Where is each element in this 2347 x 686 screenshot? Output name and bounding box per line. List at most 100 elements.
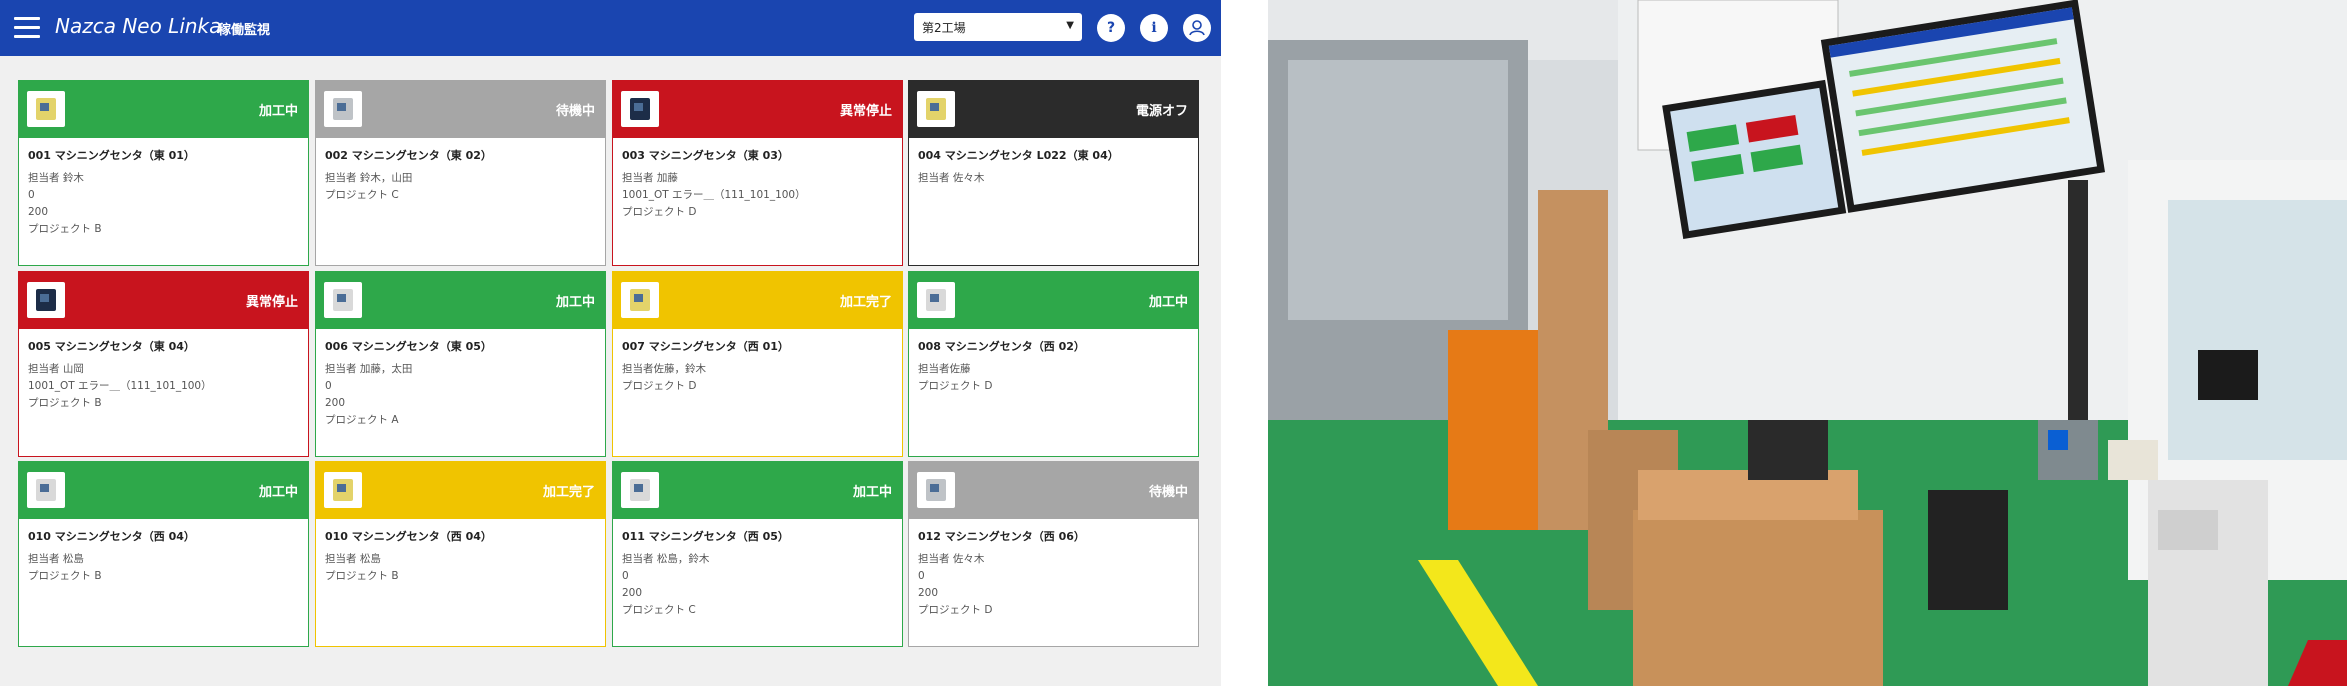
machine-detail-line: プロジェクト D bbox=[622, 380, 697, 392]
machine-thumbnail bbox=[324, 282, 362, 318]
machine-window-icon bbox=[40, 484, 49, 492]
machine-card-header: 加工中 bbox=[19, 462, 308, 519]
machine-detail-line: 担当者 松島 bbox=[325, 553, 381, 565]
machine-detail-line: 担当者 松島，鈴木 bbox=[622, 553, 710, 565]
machine-detail-line: 担当者 佐々木 bbox=[918, 172, 985, 184]
machine-card[interactable]: 加工完了 010 マシニングセンタ（西 04） 担当者 松島 プロジェクト B bbox=[315, 461, 606, 647]
help-button[interactable]: ? bbox=[1097, 14, 1125, 42]
machine-detail-line: プロジェクト D bbox=[918, 604, 993, 616]
machine-card-body: 010 マシニングセンタ（西 04） 担当者 松島 プロジェクト B bbox=[28, 528, 302, 585]
machine-thumbnail bbox=[621, 282, 659, 318]
machine-card[interactable]: 加工中 010 マシニングセンタ（西 04） 担当者 松島 プロジェクト B bbox=[18, 461, 309, 647]
machine-card-body: 007 マシニングセンタ（西 01） 担当者佐藤，鈴木 プロジェクト D bbox=[622, 338, 896, 395]
status-badge: 加工中 bbox=[258, 485, 298, 500]
machine-card-body: 002 マシニングセンタ（東 02） 担当者 鈴木，山田 プロジェクト C bbox=[325, 147, 599, 204]
machine-detail-line: 0 bbox=[622, 570, 629, 582]
machine-card-header: 異常停止 bbox=[613, 81, 902, 138]
machine-thumbnail bbox=[917, 91, 955, 127]
machine-name: 002 マシニングセンタ（東 02） bbox=[325, 149, 492, 162]
machine-card[interactable]: 加工中 001 マシニングセンタ（東 01） 担当者 鈴木 0 200 プロジェクト B bbox=[18, 80, 309, 266]
factory-scene-image bbox=[1268, 0, 2347, 686]
machine-window-icon bbox=[337, 103, 346, 111]
machine-card-body: 006 マシニングセンタ（東 05） 担当者 加藤，太田 0 200 プロジェクト A bbox=[325, 338, 599, 429]
machine-detail-line: プロジェクト D bbox=[622, 206, 697, 218]
factory-select-value: 第2工場 bbox=[922, 21, 966, 35]
machine-card-header: 加工中 bbox=[909, 272, 1198, 329]
status-badge: 加工完了 bbox=[839, 295, 892, 310]
user-icon bbox=[1189, 20, 1205, 36]
machine-card[interactable]: 加工中 008 マシニングセンタ（西 02） 担当者佐藤 プロジェクト D bbox=[908, 271, 1199, 457]
machine-card-header: 待機中 bbox=[909, 462, 1198, 519]
machine-detail-line: 担当者佐藤 bbox=[918, 363, 971, 375]
machine-card[interactable]: 異常停止 003 マシニングセンタ（東 03） 担当者 加藤 1001_OT エラー＿… bbox=[612, 80, 903, 266]
info-button[interactable]: i bbox=[1140, 14, 1168, 42]
status-badge: 加工中 bbox=[555, 295, 595, 310]
factory-select[interactable]: 第2工場 ▼ bbox=[914, 13, 1082, 41]
chevron-down-icon: ▼ bbox=[1066, 20, 1074, 31]
machine-window-icon bbox=[40, 294, 49, 302]
machine-card[interactable]: 加工完了 007 マシニングセンタ（西 01） 担当者佐藤，鈴木 プロジェクト D bbox=[612, 271, 903, 457]
machine-thumbnail bbox=[621, 472, 659, 508]
machine-detail-line: プロジェクト D bbox=[918, 380, 993, 392]
machine-window-icon bbox=[40, 103, 49, 111]
machine-detail-line: プロジェクト B bbox=[28, 570, 102, 582]
machine-card[interactable]: 電源オフ 004 マシニングセンタ L022（東 04） 担当者 佐々木 bbox=[908, 80, 1199, 266]
machine-detail-line: プロジェクト B bbox=[28, 223, 102, 235]
machine-thumbnail bbox=[917, 472, 955, 508]
machine-detail-line: 担当者 鈴木 bbox=[28, 172, 84, 184]
factory-photo bbox=[1268, 0, 2347, 686]
info-icon: i bbox=[1151, 20, 1157, 36]
status-badge: 待機中 bbox=[555, 104, 595, 119]
machine-card-body: 008 マシニングセンタ（西 02） 担当者佐藤 プロジェクト D bbox=[918, 338, 1192, 395]
status-badge: 加工完了 bbox=[542, 485, 595, 500]
machine-card-body: 004 マシニングセンタ L022（東 04） 担当者 佐々木 bbox=[918, 147, 1192, 187]
machine-card-header: 異常停止 bbox=[19, 272, 308, 329]
machine-card-body: 005 マシニングセンタ（東 04） 担当者 山岡 1001_OT エラー＿（111… bbox=[28, 338, 302, 412]
machine-thumbnail bbox=[324, 472, 362, 508]
machine-window-icon bbox=[337, 294, 346, 302]
status-badge: 待機中 bbox=[1148, 485, 1188, 500]
machine-card[interactable]: 異常停止 005 マシニングセンタ（東 04） 担当者 山岡 1001_OT エラー＿… bbox=[18, 271, 309, 457]
machine-name: 004 マシニングセンタ L022（東 04） bbox=[918, 149, 1119, 162]
machine-detail-line: プロジェクト B bbox=[325, 570, 399, 582]
machine-thumbnail bbox=[324, 91, 362, 127]
status-badge: 加工中 bbox=[852, 485, 892, 500]
machine-detail-line: 200 bbox=[622, 587, 643, 599]
machine-name: 003 マシニングセンタ（東 03） bbox=[622, 149, 789, 162]
monitoring-screen: Nazca Neo Linka 稼働監視 第2工場 ▼ ? i 加工中 001 マ… bbox=[0, 0, 1221, 686]
menu-icon[interactable] bbox=[14, 17, 40, 39]
machine-card[interactable]: 加工中 006 マシニングセンタ（東 05） 担当者 加藤，太田 0 200 プロジェクト… bbox=[315, 271, 606, 457]
machine-detail-line: 200 bbox=[325, 397, 346, 409]
machine-name: 007 マシニングセンタ（西 01） bbox=[622, 340, 789, 353]
machine-window-icon bbox=[930, 484, 939, 492]
machine-window-icon bbox=[634, 103, 643, 111]
machine-detail-line: 1001_OT エラー＿（111_101_100） bbox=[28, 380, 212, 392]
machine-thumbnail bbox=[917, 282, 955, 318]
machine-card-body: 003 マシニングセンタ（東 03） 担当者 加藤 1001_OT エラー＿（111… bbox=[622, 147, 896, 221]
machine-detail-line: 担当者 松島 bbox=[28, 553, 84, 565]
machine-detail-line: 1001_OT エラー＿（111_101_100） bbox=[622, 189, 806, 201]
machine-thumbnail bbox=[27, 91, 65, 127]
app-logo: Nazca Neo Linka bbox=[55, 14, 222, 38]
machine-detail-line: 担当者 佐々木 bbox=[918, 553, 985, 565]
machine-card-header: 加工中 bbox=[316, 272, 605, 329]
machine-card[interactable]: 待機中 012 マシニングセンタ（西 06） 担当者 佐々木 0 200 プロジェクト D bbox=[908, 461, 1199, 647]
page-title: 稼働監視 bbox=[218, 23, 271, 38]
machine-detail-line: 0 bbox=[918, 570, 925, 582]
machine-window-icon bbox=[337, 484, 346, 492]
status-badge: 加工中 bbox=[258, 104, 298, 119]
machine-detail-line: 200 bbox=[28, 206, 49, 218]
machine-card[interactable]: 加工中 011 マシニングセンタ（西 05） 担当者 松島，鈴木 0 200 プロジェクト… bbox=[612, 461, 903, 647]
machine-card[interactable]: 待機中 002 マシニングセンタ（東 02） 担当者 鈴木，山田 プロジェクト C bbox=[315, 80, 606, 266]
machine-detail-line: プロジェクト A bbox=[325, 414, 399, 426]
machine-detail-line: 0 bbox=[28, 189, 35, 201]
user-button[interactable] bbox=[1183, 14, 1211, 42]
machine-detail-line: 担当者 加藤 bbox=[622, 172, 678, 184]
machine-card-header: 待機中 bbox=[316, 81, 605, 138]
status-badge: 電源オフ bbox=[1135, 104, 1188, 119]
machine-card-header: 加工完了 bbox=[316, 462, 605, 519]
machine-name: 012 マシニングセンタ（西 06） bbox=[918, 530, 1085, 543]
machine-card-body: 011 マシニングセンタ（西 05） 担当者 松島，鈴木 0 200 プロジェクト C bbox=[622, 528, 896, 619]
machine-window-icon bbox=[634, 294, 643, 302]
machine-card-header: 加工中 bbox=[19, 81, 308, 138]
